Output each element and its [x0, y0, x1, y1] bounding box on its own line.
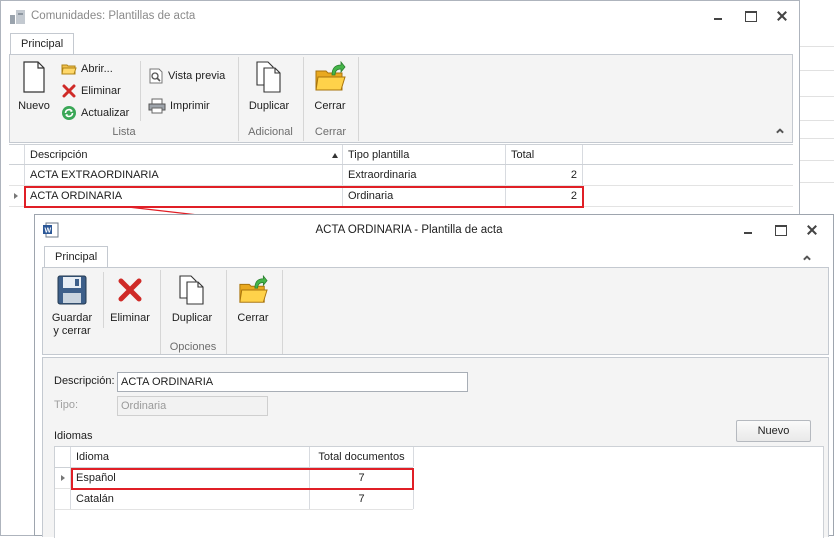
type-label: Tipo: — [54, 399, 79, 411]
duplicate-button[interactable]: Duplicar — [167, 275, 217, 325]
minimize-button[interactable] — [741, 223, 755, 237]
row-indicator-icon — [61, 475, 65, 481]
maximize-button[interactable] — [773, 223, 787, 237]
description-field[interactable]: ACTA ORDINARIA — [117, 372, 468, 392]
description-label: Descripción: — [54, 375, 115, 387]
detail-window-title: ACTA ORDINARIA - Plantilla de acta — [315, 224, 503, 236]
group-label-opciones: Opciones — [169, 341, 217, 353]
save-close-button[interactable]: Guardar y cerrar — [47, 275, 97, 338]
languages-grid: Idioma Total documentos Español 7 Catalá… — [54, 446, 824, 538]
tab-principal[interactable]: Principal — [44, 246, 109, 268]
detail-form: Descripción: ACTA ORDINARIA Tipo: Ordina… — [42, 357, 829, 538]
folder-arrow-icon — [239, 274, 268, 303]
detail-ribbon: Guardar y cerrar Eliminar Duplicar Cerra… — [42, 267, 829, 355]
collapse-ribbon-icon[interactable] — [803, 254, 811, 262]
column-idioma[interactable]: Idioma — [71, 447, 310, 467]
table-row[interactable]: Catalán 7 — [55, 489, 414, 510]
type-field: Ordinaria — [117, 396, 268, 416]
cell-idioma: Catalán — [71, 489, 310, 509]
detail-titlebar: W ACTA ORDINARIA - Plantilla de acta — [35, 215, 833, 245]
column-total-documentos[interactable]: Total documentos — [310, 447, 414, 467]
delete-button[interactable]: Eliminar — [105, 275, 155, 325]
cell-total: 7 — [310, 489, 414, 509]
save-icon — [57, 275, 87, 305]
languages-grid-header: Idioma Total documentos — [55, 447, 414, 468]
languages-label: Idiomas — [54, 430, 93, 442]
highlight-box — [71, 468, 414, 490]
close-button[interactable]: Cerrar — [230, 274, 276, 325]
delete-x-icon — [118, 278, 142, 302]
new-language-button[interactable]: Nuevo — [736, 420, 811, 442]
close-window-button[interactable] — [805, 223, 819, 237]
duplicate-icon — [179, 275, 204, 305]
detail-window: W ACTA ORDINARIA - Plantilla de acta Pri… — [34, 214, 834, 538]
